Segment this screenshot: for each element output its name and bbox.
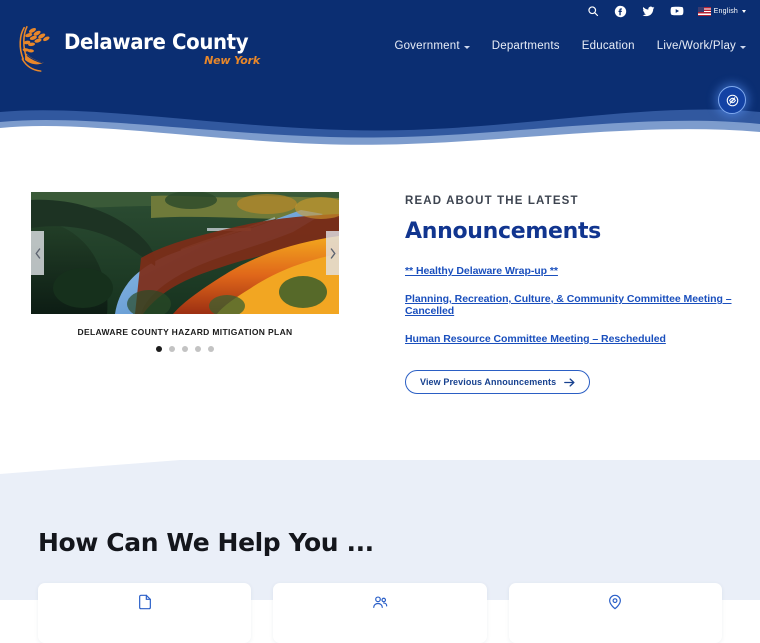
carousel-dot-3[interactable] [182,346,188,352]
facebook-icon[interactable] [614,4,628,18]
chevron-left-icon [35,247,40,259]
wheat-stalk-logo-icon [19,25,50,72]
us-flag-icon [697,6,711,16]
language-switcher[interactable]: English [697,6,746,16]
help-card-1[interactable] [38,583,252,643]
chevron-right-icon [330,247,336,259]
help-card-2[interactable] [273,583,487,643]
nav-label: Education [581,40,635,52]
nav-label: Government [394,40,460,52]
button-label: View Previous Announcements [420,377,557,387]
youtube-icon[interactable] [670,4,684,18]
carousel-next-button[interactable] [326,231,339,275]
document-icon [138,594,151,610]
help-cards-row [0,583,760,643]
search-icon[interactable] [586,4,600,18]
chevron-down-icon [742,9,746,13]
arrow-right-icon [564,377,575,387]
announcement-link-2[interactable]: Planning, Recreation, Culture, & Communi… [405,293,740,317]
nav-label: Departments [491,40,560,52]
nav-item-government[interactable]: Government [394,40,470,52]
view-previous-announcements-button[interactable]: View Previous Announcements [405,370,591,394]
utility-topbar: English [0,0,760,22]
nav-item-departments[interactable]: Departments [492,40,560,52]
announcement-link-3[interactable]: Human Resource Committee Meeting – Resch… [405,333,740,345]
announcement-link-1[interactable]: ** Healthy Delaware Wrap-up ** [405,265,740,277]
nav-item-live-work-play[interactable]: Live/Work/Play [657,40,746,52]
help-section: How Can We Help You ... [0,460,760,600]
chevron-down-icon [463,45,470,49]
people-icon [373,596,388,608]
accessibility-eye-slash-icon [726,94,738,106]
carousel-dot-4[interactable] [195,346,201,352]
site-logo[interactable]: Delaware County New York [14,22,260,74]
nav-item-education[interactable]: Education [582,40,635,52]
twitter-icon[interactable] [642,4,656,18]
hero-header: English Delaware County New York Governm… [0,0,760,160]
carousel-slide-image [31,192,339,314]
nav-label: Live/Work/Play [656,40,736,52]
accessibility-button[interactable] [718,86,746,114]
chevron-down-icon [740,45,746,49]
main-navigation: Government Departments Education Live/Wo… [394,40,746,52]
announcements-eyebrow: READ ABOUT THE LATEST [405,195,579,207]
help-section-title: How Can We Help You ... [38,528,374,557]
help-card-3[interactable] [508,583,722,643]
carousel-dot-1[interactable] [156,346,162,352]
help-section-slant-divider [0,460,180,474]
language-label: English [713,7,738,15]
map-pin-icon [609,594,622,610]
logo-subtitle: New York [204,53,260,67]
carousel-dot-5[interactable] [208,346,214,352]
carousel-dots [20,346,350,352]
carousel-frame [31,192,339,314]
image-carousel: DELAWARE COUNTY HAZARD MITIGATION PLAN [20,192,350,460]
feature-section: DELAWARE COUNTY HAZARD MITIGATION PLAN R… [0,160,760,460]
carousel-prev-button[interactable] [31,231,44,275]
carousel-caption: DELAWARE COUNTY HAZARD MITIGATION PLAN [77,327,293,337]
announcements-title: Announcements [405,219,601,244]
logo-title: Delaware County [64,29,249,54]
announcements-panel: READ ABOUT THE LATEST Announcements ** H… [350,192,740,460]
carousel-dot-2[interactable] [169,346,175,352]
